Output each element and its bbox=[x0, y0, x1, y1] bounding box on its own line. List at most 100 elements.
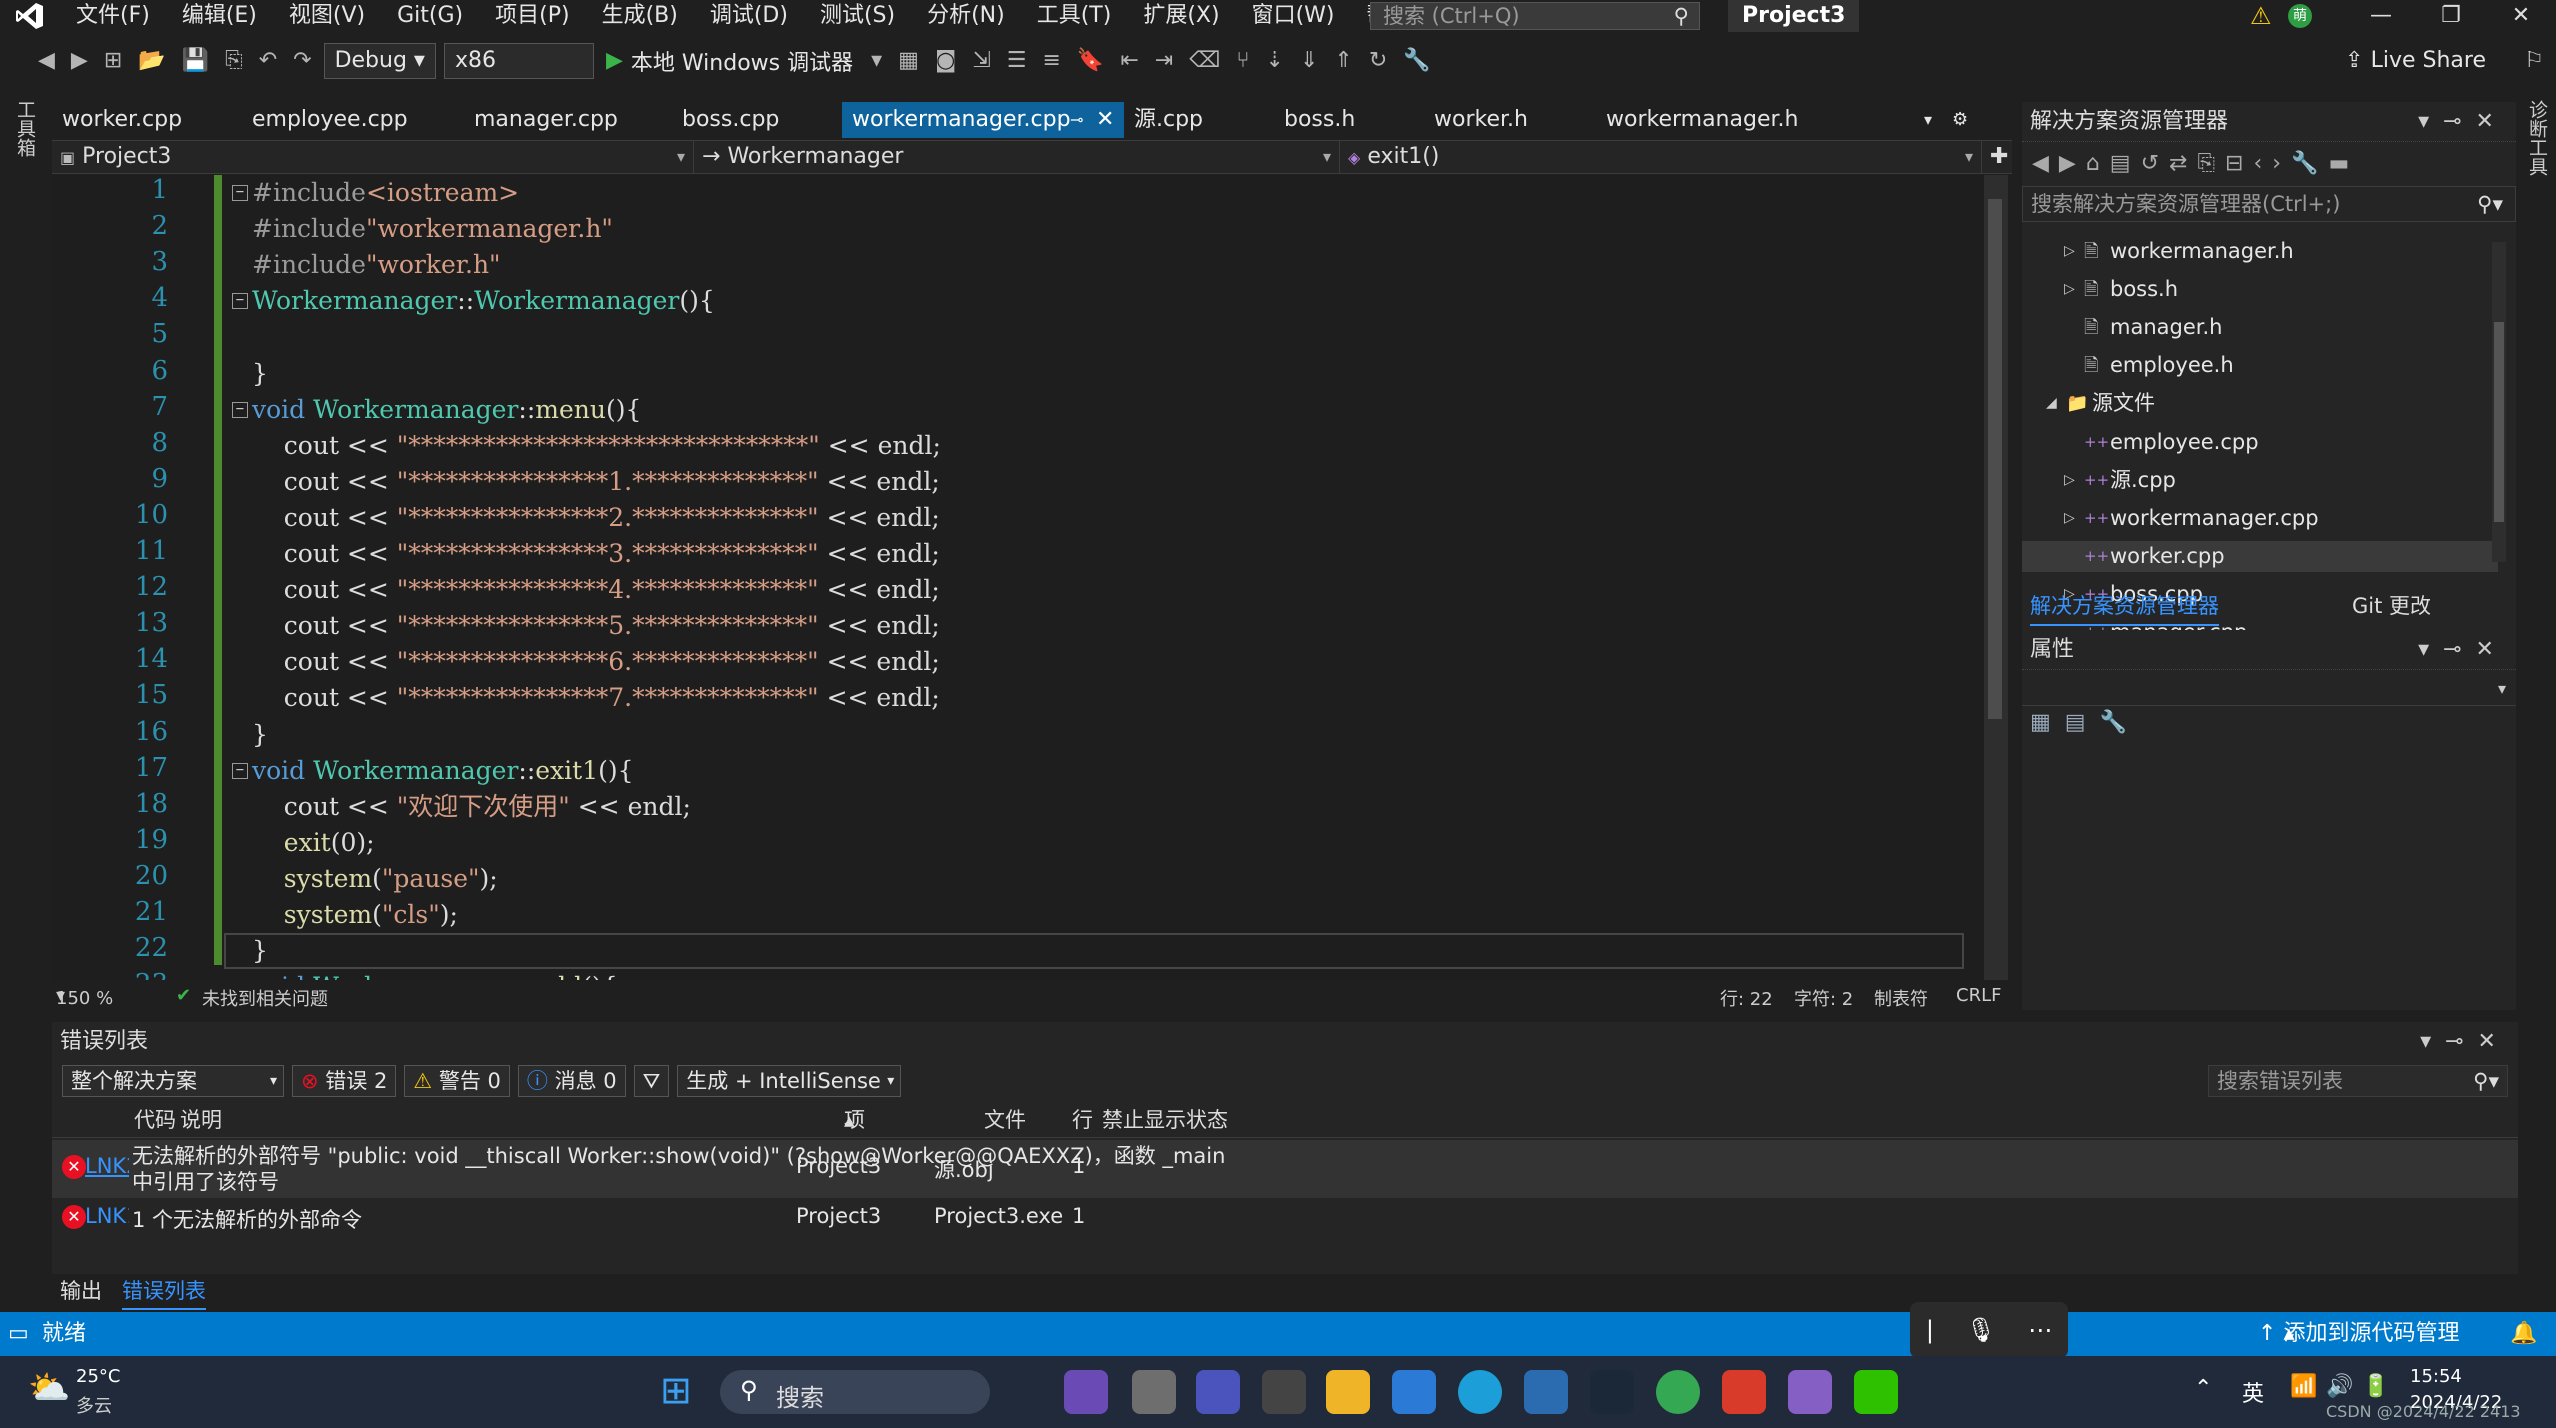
next-bookmark-icon[interactable]: ⇥ bbox=[1147, 34, 1181, 88]
solution-tree-item[interactable]: ◢ 📁 源文件 bbox=[2022, 388, 2498, 419]
code-line[interactable]: void Workermanager::exit1(){ bbox=[252, 753, 634, 789]
collapse-region-icon[interactable]: − bbox=[232, 185, 248, 201]
code-lines[interactable]: #include<iostream> − #include"workermanage… bbox=[224, 175, 1994, 980]
cursor-char[interactable]: 字符: 2 bbox=[1794, 985, 1853, 1011]
toolbox-label[interactable]: 工具箱 bbox=[12, 100, 39, 157]
menu-tools[interactable]: 工具(T) bbox=[1021, 0, 1128, 32]
clock-time[interactable]: 15:54 bbox=[2410, 1366, 2462, 1387]
git-commit-icon[interactable]: ⑂ bbox=[1228, 34, 1257, 88]
panel-controls[interactable]: ▾⊸✕ bbox=[2418, 102, 2508, 142]
code-line[interactable]: system("cls"); bbox=[252, 897, 458, 933]
tab-output[interactable]: 输出 bbox=[60, 1274, 102, 1308]
open-folder-icon[interactable]: 📂 bbox=[130, 34, 173, 88]
code-line[interactable]: cout << "*******************************… bbox=[252, 428, 941, 464]
new-project-icon[interactable]: ⊞ bbox=[96, 34, 130, 88]
member-scope-dropdown[interactable]: ◈ exit1() ▾ bbox=[1340, 141, 1982, 173]
code-line[interactable]: #include"worker.h" bbox=[252, 247, 501, 283]
solution-tree-item[interactable]: ++ employee.cpp bbox=[2022, 427, 2498, 458]
tab-settings-gear-icon[interactable]: ⚙ bbox=[1942, 102, 1978, 138]
unity-app-icon[interactable] bbox=[1262, 1370, 1306, 1414]
refresh-icon[interactable]: ↻ bbox=[1361, 34, 1395, 88]
toolbox-strip[interactable]: 工具箱 bbox=[0, 90, 50, 1310]
tab-workermanager-cpp[interactable]: workermanager.cpp ⊸ ✕ bbox=[842, 102, 1124, 138]
panel-controls[interactable]: ▾⊸✕ bbox=[2418, 630, 2508, 670]
taskbar-search[interactable]: ⚲ 搜索 bbox=[720, 1370, 990, 1414]
restore-icon[interactable]: ❐ bbox=[2416, 0, 2486, 32]
code-line[interactable]: #include"workermanager.h" bbox=[252, 211, 613, 247]
menu-window[interactable]: 窗口(W) bbox=[1236, 0, 1351, 32]
git-push-icon[interactable]: ⇑ bbox=[1326, 34, 1360, 88]
warnings-filter-button[interactable]: ⚠ 警告 0 bbox=[404, 1065, 510, 1097]
class-scope-dropdown[interactable]: → Workermanager ▾ bbox=[694, 141, 1340, 173]
scroll-thumb[interactable] bbox=[1988, 199, 2002, 719]
col-description[interactable]: 说明 bbox=[180, 1102, 222, 1138]
collapse-icon[interactable]: ◢ bbox=[2046, 388, 2057, 419]
menu-project[interactable]: 项目(P) bbox=[479, 0, 585, 32]
col-code[interactable]: 代码 bbox=[134, 1102, 176, 1138]
project-scope-dropdown[interactable]: ▣ Project3 ▾ bbox=[52, 141, 694, 173]
code-line[interactable]: #include<iostream> bbox=[252, 175, 519, 211]
tree-scrollbar[interactable] bbox=[2492, 242, 2506, 562]
tab-worker-cpp[interactable]: worker.cpp bbox=[52, 102, 242, 138]
error-scope-select[interactable]: 整个解决方案 ▾ bbox=[62, 1065, 284, 1097]
expand-icon[interactable]: ▷ bbox=[2064, 274, 2075, 305]
code-line[interactable]: exit(0); bbox=[252, 825, 375, 861]
more-options-icon[interactable]: ⋯ bbox=[2028, 1316, 2052, 1344]
error-code-link[interactable]: LNK2019 bbox=[85, 1154, 129, 1178]
windows-start-icon[interactable]: ⊞ bbox=[660, 1368, 692, 1412]
pin-feedback-icon[interactable]: ⚐ bbox=[2524, 34, 2544, 88]
platform-select[interactable]: x86 bbox=[443, 43, 594, 79]
expand-icon[interactable]: ▷ bbox=[2064, 236, 2075, 267]
code-line[interactable]: cout << "****************2.*************… bbox=[252, 500, 940, 536]
solution-tree-item[interactable]: ▷ ++ workermanager.cpp bbox=[2022, 503, 2498, 534]
diagnostics-strip[interactable]: 诊断工具 bbox=[2518, 90, 2556, 1310]
col-file[interactable]: 文件 bbox=[984, 1102, 1026, 1138]
undo-icon[interactable]: ↶ bbox=[251, 34, 285, 88]
minimize-icon[interactable]: — bbox=[2346, 0, 2416, 32]
code-line[interactable]: cout << "****************7.*************… bbox=[252, 680, 940, 716]
error-row[interactable]: ✕ LNK1120 1 个无法解析的外部命令 Project3 Project3… bbox=[52, 1200, 2518, 1234]
live-share-button[interactable]: ⇪ Live Share bbox=[2345, 34, 2486, 88]
microphone-icon[interactable]: 🎙 bbox=[1966, 1316, 1996, 1344]
tab-boss-cpp[interactable]: boss.cpp bbox=[672, 102, 842, 138]
browse-icon[interactable]: ▦ bbox=[890, 34, 927, 88]
code-line[interactable]: } bbox=[252, 933, 268, 969]
error-code-link[interactable]: LNK1120 bbox=[85, 1204, 129, 1228]
code-line[interactable]: void Workermanager::menu(){ bbox=[252, 392, 641, 428]
global-search-input[interactable]: 搜索 (Ctrl+Q) ⚲ bbox=[1370, 2, 1700, 30]
solution-explorer-toolbar[interactable]: ◀▶⌂▤↺⇄⎘⊟‹›🔧▬ bbox=[2022, 144, 2516, 184]
tab-list-dropdown-icon[interactable]: ▾ bbox=[1914, 102, 1942, 138]
file-explorer-icon[interactable] bbox=[1326, 1370, 1370, 1414]
solution-tree-item[interactable]: ++ worker.cpp bbox=[2022, 540, 2498, 572]
tree-scroll-thumb[interactable] bbox=[2494, 322, 2504, 522]
store-app-icon[interactable] bbox=[1392, 1370, 1436, 1414]
weather-cloud-icon[interactable]: ⛅ bbox=[28, 1368, 70, 1408]
pin-tab-icon[interactable]: ⊸ bbox=[1070, 102, 1083, 138]
code-line[interactable]: cout << "****************5.*************… bbox=[252, 608, 940, 644]
teams-app-icon[interactable] bbox=[1196, 1370, 1240, 1414]
menu-test[interactable]: 测试(S) bbox=[804, 0, 911, 32]
tab-error-list[interactable]: 错误列表 bbox=[122, 1274, 206, 1310]
issues-status[interactable]: 未找到相关问题 bbox=[202, 985, 328, 1011]
code-line[interactable]: } bbox=[252, 356, 268, 392]
menu-edit[interactable]: 编辑(E) bbox=[166, 0, 273, 32]
screenshot-icon[interactable]: ◙ bbox=[927, 34, 964, 88]
text-cursor-icon[interactable]: | bbox=[1926, 1316, 1934, 1344]
solution-tree-item[interactable]: ▷ ++ 源.cpp bbox=[2022, 465, 2498, 496]
code-line[interactable]: Workermanager::Workermanager(){ bbox=[252, 283, 715, 319]
menu-git[interactable]: Git(G) bbox=[381, 0, 479, 32]
steam-app-icon[interactable] bbox=[1590, 1370, 1634, 1414]
prev-bookmark-icon[interactable]: ⇤ bbox=[1112, 34, 1146, 88]
expand-icon[interactable]: ▷ bbox=[2064, 503, 2075, 534]
comment-icon[interactable]: ☰ bbox=[999, 34, 1035, 88]
weather-desc[interactable]: 多云 bbox=[76, 1392, 112, 1418]
code-editor[interactable]: 1234567891011121314151617181920212223 #i… bbox=[52, 175, 1994, 980]
close-tab-icon[interactable]: ✕ bbox=[1096, 102, 1114, 138]
save-icon[interactable]: 💾 bbox=[174, 34, 217, 88]
clear-bookmarks-icon[interactable]: ⌫ bbox=[1181, 34, 1228, 88]
navigate-back-icon[interactable]: ◀ bbox=[30, 34, 63, 88]
ime-indicator[interactable]: 英 bbox=[2242, 1376, 2264, 1408]
collapse-region-icon[interactable]: − bbox=[232, 293, 248, 310]
chrome-app-icon[interactable] bbox=[1656, 1370, 1700, 1414]
code-line[interactable]: void Workermanager::add(){ bbox=[252, 969, 618, 980]
